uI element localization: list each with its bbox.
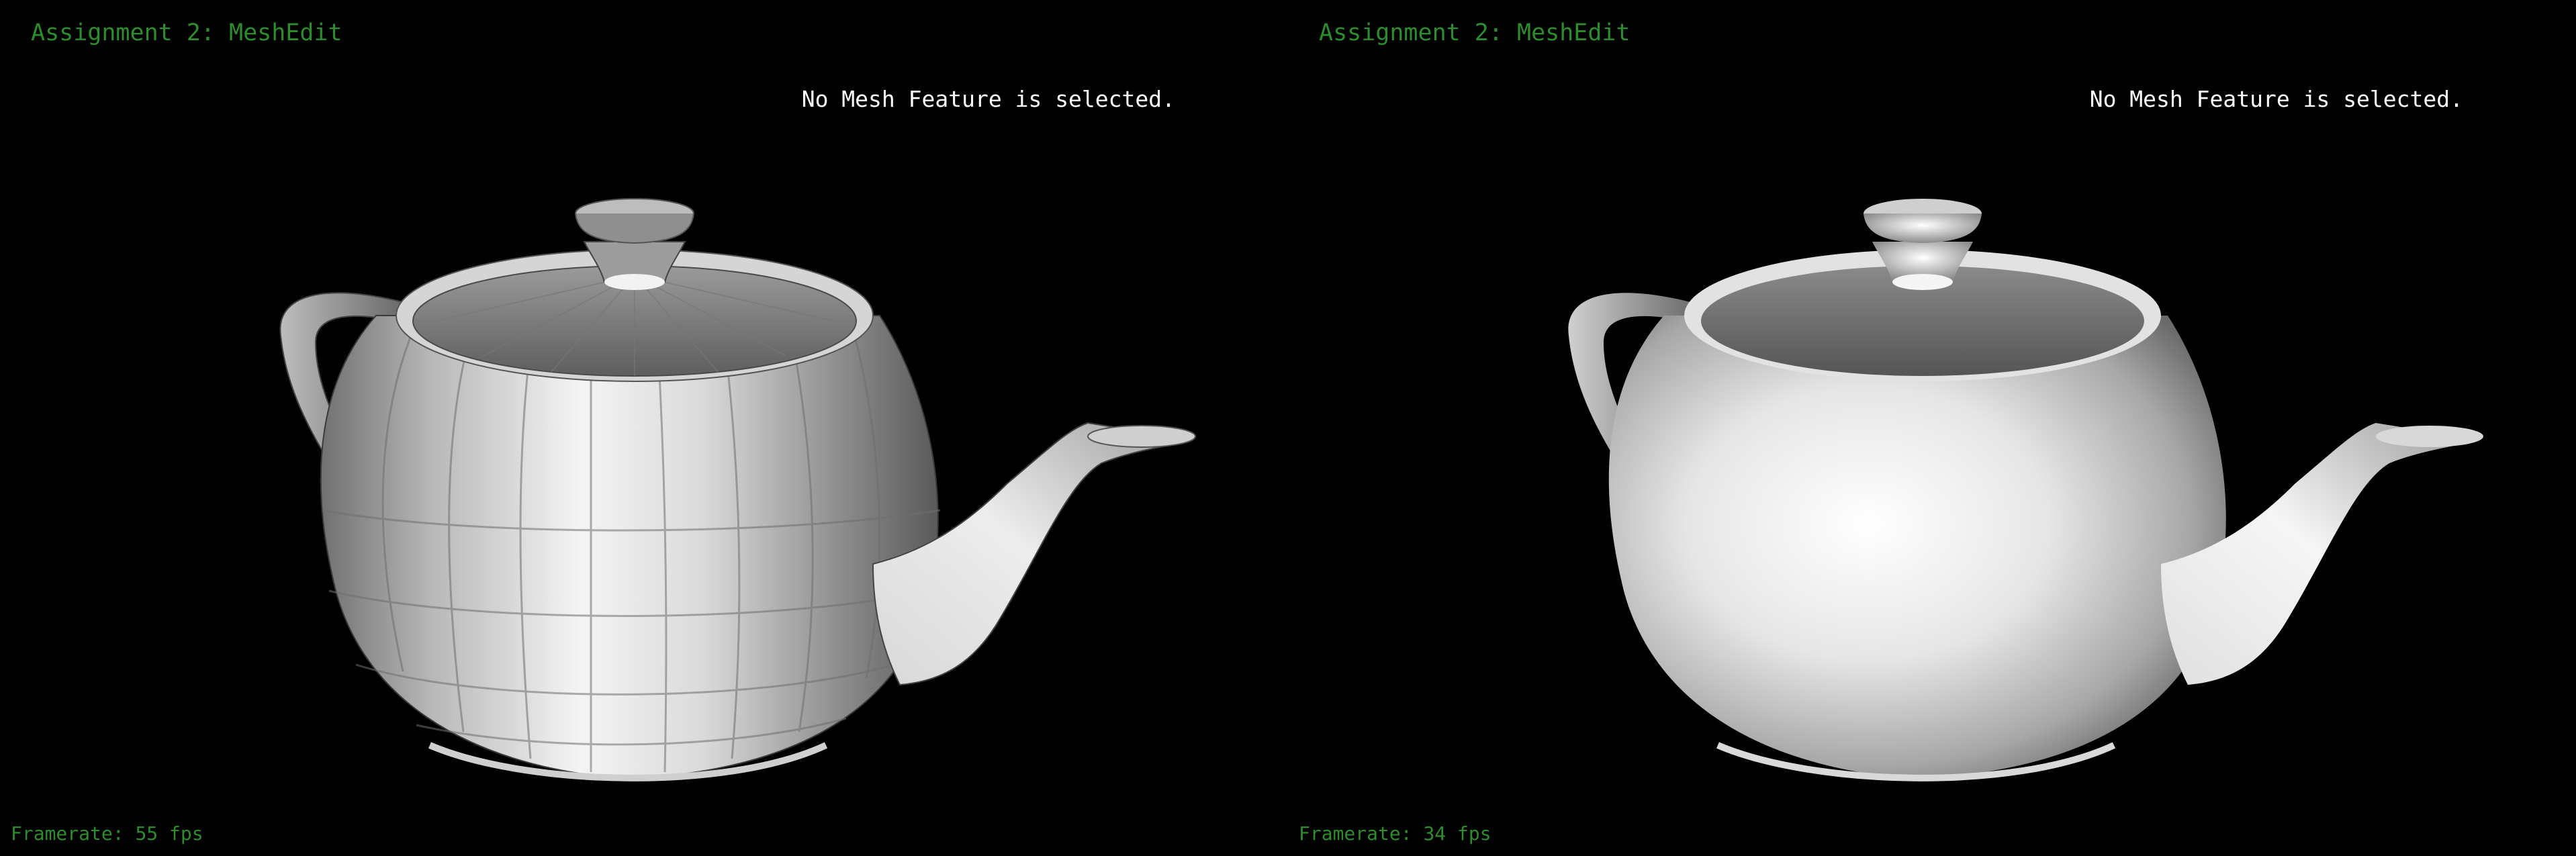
framerate-label: Framerate: (11, 822, 124, 845)
teapot-flat-render[interactable] (0, 0, 1288, 856)
viewport-right[interactable]: Assignment 2: MeshEdit No Mesh Feature i… (1288, 0, 2576, 856)
app-title: Assignment 2: MeshEdit (31, 19, 342, 46)
meshedit-app: Assignment 2: MeshEdit No Mesh Feature i… (0, 0, 2576, 856)
teapot-smooth-render[interactable] (1288, 0, 2576, 856)
framerate-value: 34 fps (1423, 822, 1491, 845)
viewport-left[interactable]: Assignment 2: MeshEdit No Mesh Feature i… (0, 0, 1288, 856)
app-title: Assignment 2: MeshEdit (1319, 19, 1630, 46)
framerate-label: Framerate: (1299, 822, 1412, 845)
framerate-readout: Framerate: 55 fps (11, 820, 203, 847)
framerate-readout: Framerate: 34 fps (1299, 820, 1491, 847)
selection-status: No Mesh Feature is selected. (2089, 86, 2463, 112)
teapot-body (1608, 316, 2226, 779)
teapot-body (320, 315, 939, 780)
spout-tip (2376, 426, 2483, 447)
selection-status: No Mesh Feature is selected. (801, 86, 1175, 112)
spout-tip (1087, 425, 1196, 448)
framerate-value: 55 fps (135, 822, 203, 845)
